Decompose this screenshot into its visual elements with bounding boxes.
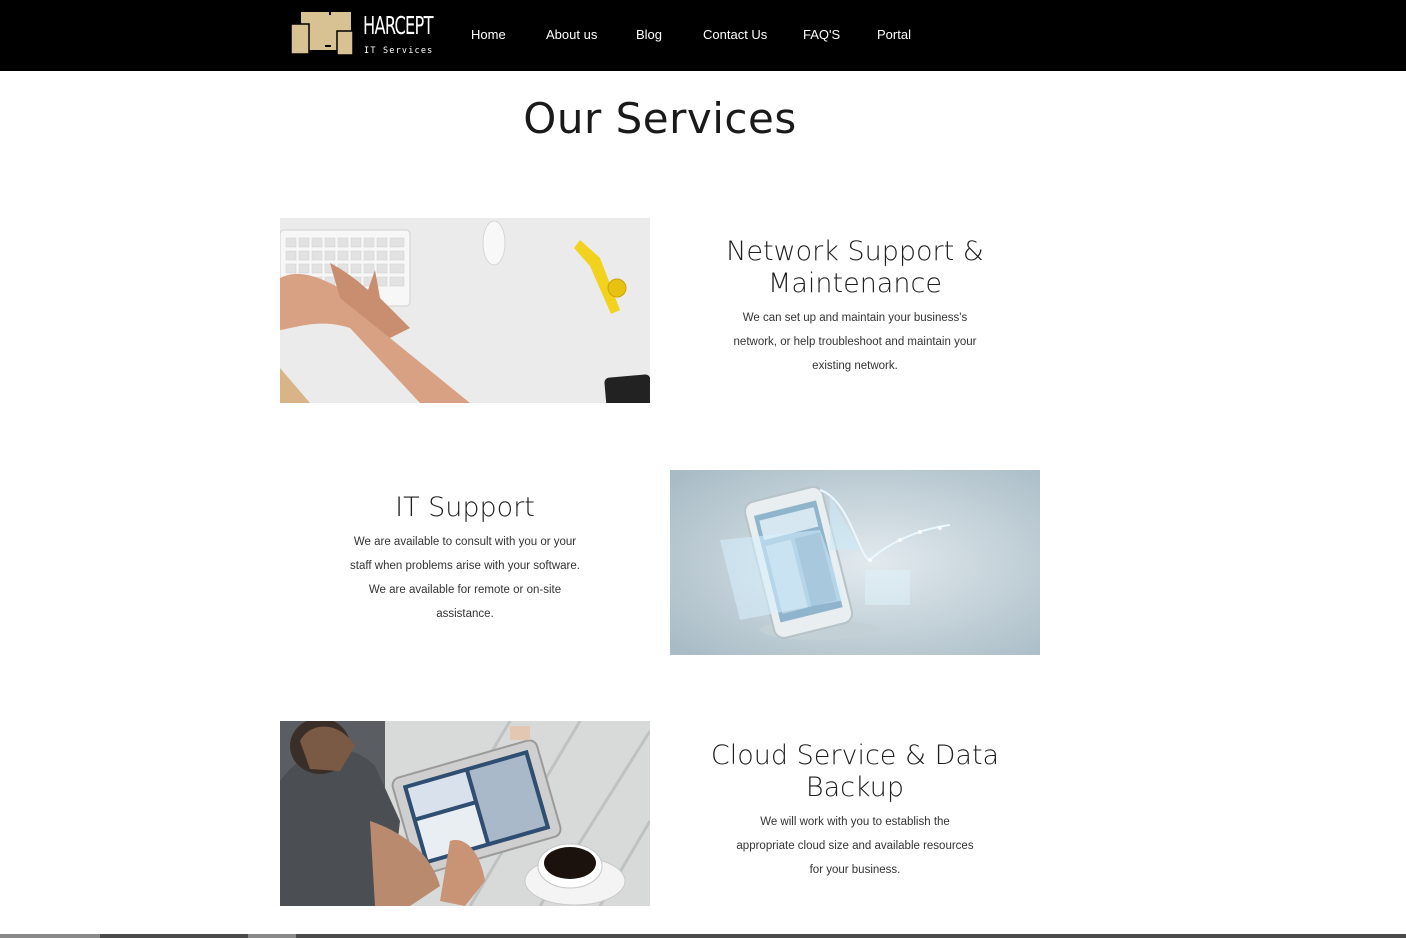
nav-item-blog[interactable]: Blog	[636, 27, 662, 42]
scrollbar-track-segment	[0, 934, 100, 938]
scrollbar-thumb[interactable]	[248, 934, 296, 938]
brand-tagline: IT Services	[364, 46, 434, 56]
horizontal-scrollbar[interactable]	[0, 934, 1406, 938]
service-card-it-support: IT Support We are available to consult w…	[280, 492, 650, 626]
brand-logo[interactable]: HARCEPT IT Services	[289, 9, 433, 61]
devices-logo-icon	[290, 12, 354, 56]
service-description: We can set up and maintain your business…	[733, 312, 977, 372]
service-image-smartphone	[670, 470, 1040, 655]
brand-name: HARCEPT	[363, 11, 433, 40]
service-title: Cloud Service & Data Backup	[710, 740, 1000, 803]
nav-item-contact-us[interactable]: Contact Us	[703, 27, 767, 42]
nav-item-portal[interactable]: Portal	[877, 27, 911, 42]
service-title: Network Support & Maintenance	[726, 236, 984, 299]
service-title: IT Support	[395, 492, 535, 523]
service-image-tablet	[280, 721, 650, 906]
nav-item-faqs[interactable]: FAQ'S	[803, 27, 840, 42]
nav-item-home[interactable]: Home	[471, 27, 506, 42]
service-description: We will work with you to establish the a…	[736, 816, 974, 876]
service-image-keyboard	[280, 218, 650, 403]
service-description: We are available to consult with you or …	[350, 536, 580, 620]
service-card-network: Network Support & Maintenance We can set…	[670, 236, 1040, 378]
nav-item-about-us[interactable]: About us	[546, 27, 597, 42]
service-card-cloud: Cloud Service & Data Backup We will work…	[670, 740, 1040, 882]
page-title: Our Services	[523, 94, 797, 143]
top-nav-bar: HARCEPT IT Services Home About us Blog C…	[0, 0, 1406, 71]
